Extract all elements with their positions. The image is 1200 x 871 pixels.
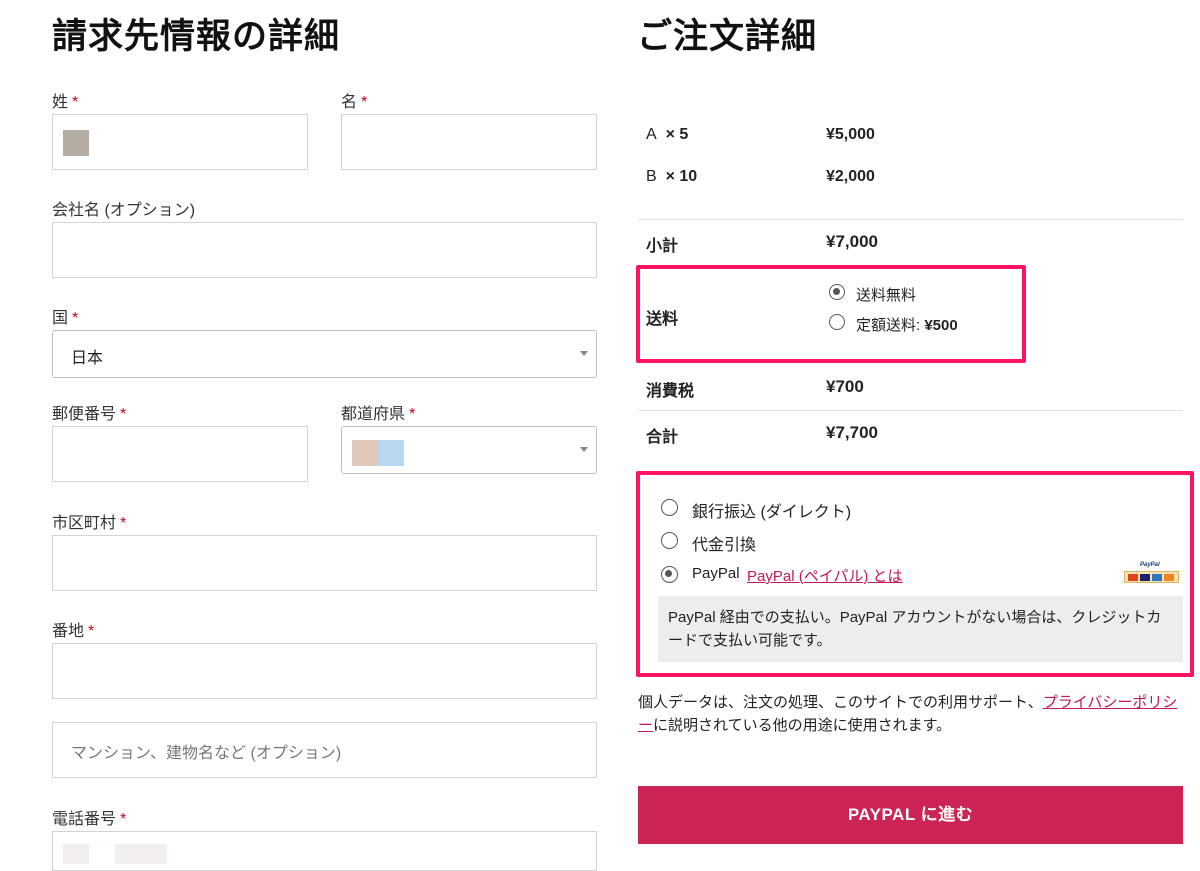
company-field[interactable] [52, 222, 597, 278]
city-field[interactable] [52, 535, 597, 591]
phone-field[interactable] [52, 831, 597, 871]
shipping-option-label: 送料無料 [856, 287, 917, 304]
address-field[interactable] [52, 643, 597, 699]
address2-placeholder: マンション、建物名など (オプション) [71, 745, 342, 762]
postcode-field[interactable] [52, 426, 308, 482]
shipping-option-flat-rate[interactable]: 定額送料: ¥500 [829, 314, 1009, 334]
payment-method-label: 銀行振込 (ダイレクト) [692, 504, 852, 521]
country-value: 日本 [71, 350, 104, 367]
amex-icon [1152, 574, 1162, 581]
jcb-icon [1164, 574, 1174, 581]
payment-method-label: PayPal [692, 565, 740, 582]
radio-unselected-icon[interactable] [829, 314, 845, 330]
chevron-down-icon [580, 351, 588, 356]
prefecture-label: 都道府県 * [341, 406, 416, 423]
radio-selected-icon[interactable] [829, 284, 845, 300]
order-item-price: ¥2,000 [826, 168, 875, 185]
total-label: 合計 [646, 429, 679, 446]
chevron-down-icon [580, 447, 588, 452]
postcode-label: 郵便番号 * [52, 406, 127, 423]
last-name-field[interactable] [52, 114, 308, 170]
company-label: 会社名 (オプション) [52, 202, 196, 219]
paypal-cards-logo: PayPal [1124, 562, 1179, 584]
divider [638, 410, 1183, 411]
payment-method-bank-transfer[interactable]: 銀行振込 (ダイレクト) [661, 497, 961, 521]
divider [638, 219, 1183, 220]
last-name-label: 姓 * [52, 94, 79, 111]
shipping-label: 送料 [646, 311, 679, 328]
order-item-price: ¥5,000 [826, 126, 875, 143]
billing-title: 請求先情報の詳細 [52, 17, 341, 56]
paypal-logo-text: PayPal [1140, 562, 1160, 568]
prefecture-select[interactable] [341, 426, 597, 474]
subtotal-value: ¥7,000 [826, 232, 878, 251]
payment-description-text: PayPal 経由での支払い。PayPal アカウントがない場合は、クレジットカ… [668, 609, 1162, 649]
tax-label: 消費税 [646, 383, 695, 400]
radio-unselected-icon[interactable] [661, 532, 678, 549]
city-label: 市区町村 * [52, 515, 127, 532]
redacted-text-block [63, 844, 89, 864]
shipping-option-free[interactable]: 送料無料 [829, 284, 1009, 304]
total-value: ¥7,700 [826, 423, 878, 442]
redacted-text-block [352, 440, 378, 466]
payment-method-label: 代金引換 [692, 537, 757, 554]
first-name-label: 名 * [341, 94, 368, 111]
payment-description-box: PayPal 経由での支払い。PayPal アカウントがない場合は、クレジットカ… [658, 596, 1183, 662]
order-title: ご注文詳細 [637, 17, 818, 56]
visa-icon [1140, 574, 1150, 581]
proceed-paypal-button[interactable]: PAYPAL に進む [638, 786, 1183, 844]
first-name-field[interactable] [341, 114, 597, 170]
address2-field[interactable]: マンション、建物名など (オプション) [52, 722, 597, 778]
country-label: 国 * [52, 310, 79, 327]
country-select[interactable]: 日本 [52, 330, 597, 378]
card-logos-strip [1124, 571, 1179, 583]
address-label: 番地 * [52, 623, 95, 640]
radio-unselected-icon[interactable] [661, 499, 678, 516]
payment-method-cod[interactable]: 代金引換 [661, 530, 961, 554]
redacted-text-block [115, 844, 167, 864]
order-item-name: B × 10 [646, 168, 698, 185]
tax-value: ¥700 [826, 377, 864, 396]
privacy-notice: 個人データは、注文の処理、このサイトでの利用サポート、プライバシーポリシーに説明… [638, 694, 1178, 734]
redacted-text-block [378, 440, 404, 466]
subtotal-label: 小計 [646, 238, 679, 255]
radio-selected-icon[interactable] [661, 566, 678, 583]
paypal-info-link[interactable]: PayPal (ペイパル) とは [747, 565, 903, 586]
order-item-name: A × 5 [646, 126, 689, 143]
mastercard-icon [1128, 574, 1138, 581]
shipping-option-label: 定額送料: ¥500 [856, 317, 958, 334]
phone-label: 電話番号 * [52, 811, 127, 828]
redacted-text-block [63, 130, 89, 156]
